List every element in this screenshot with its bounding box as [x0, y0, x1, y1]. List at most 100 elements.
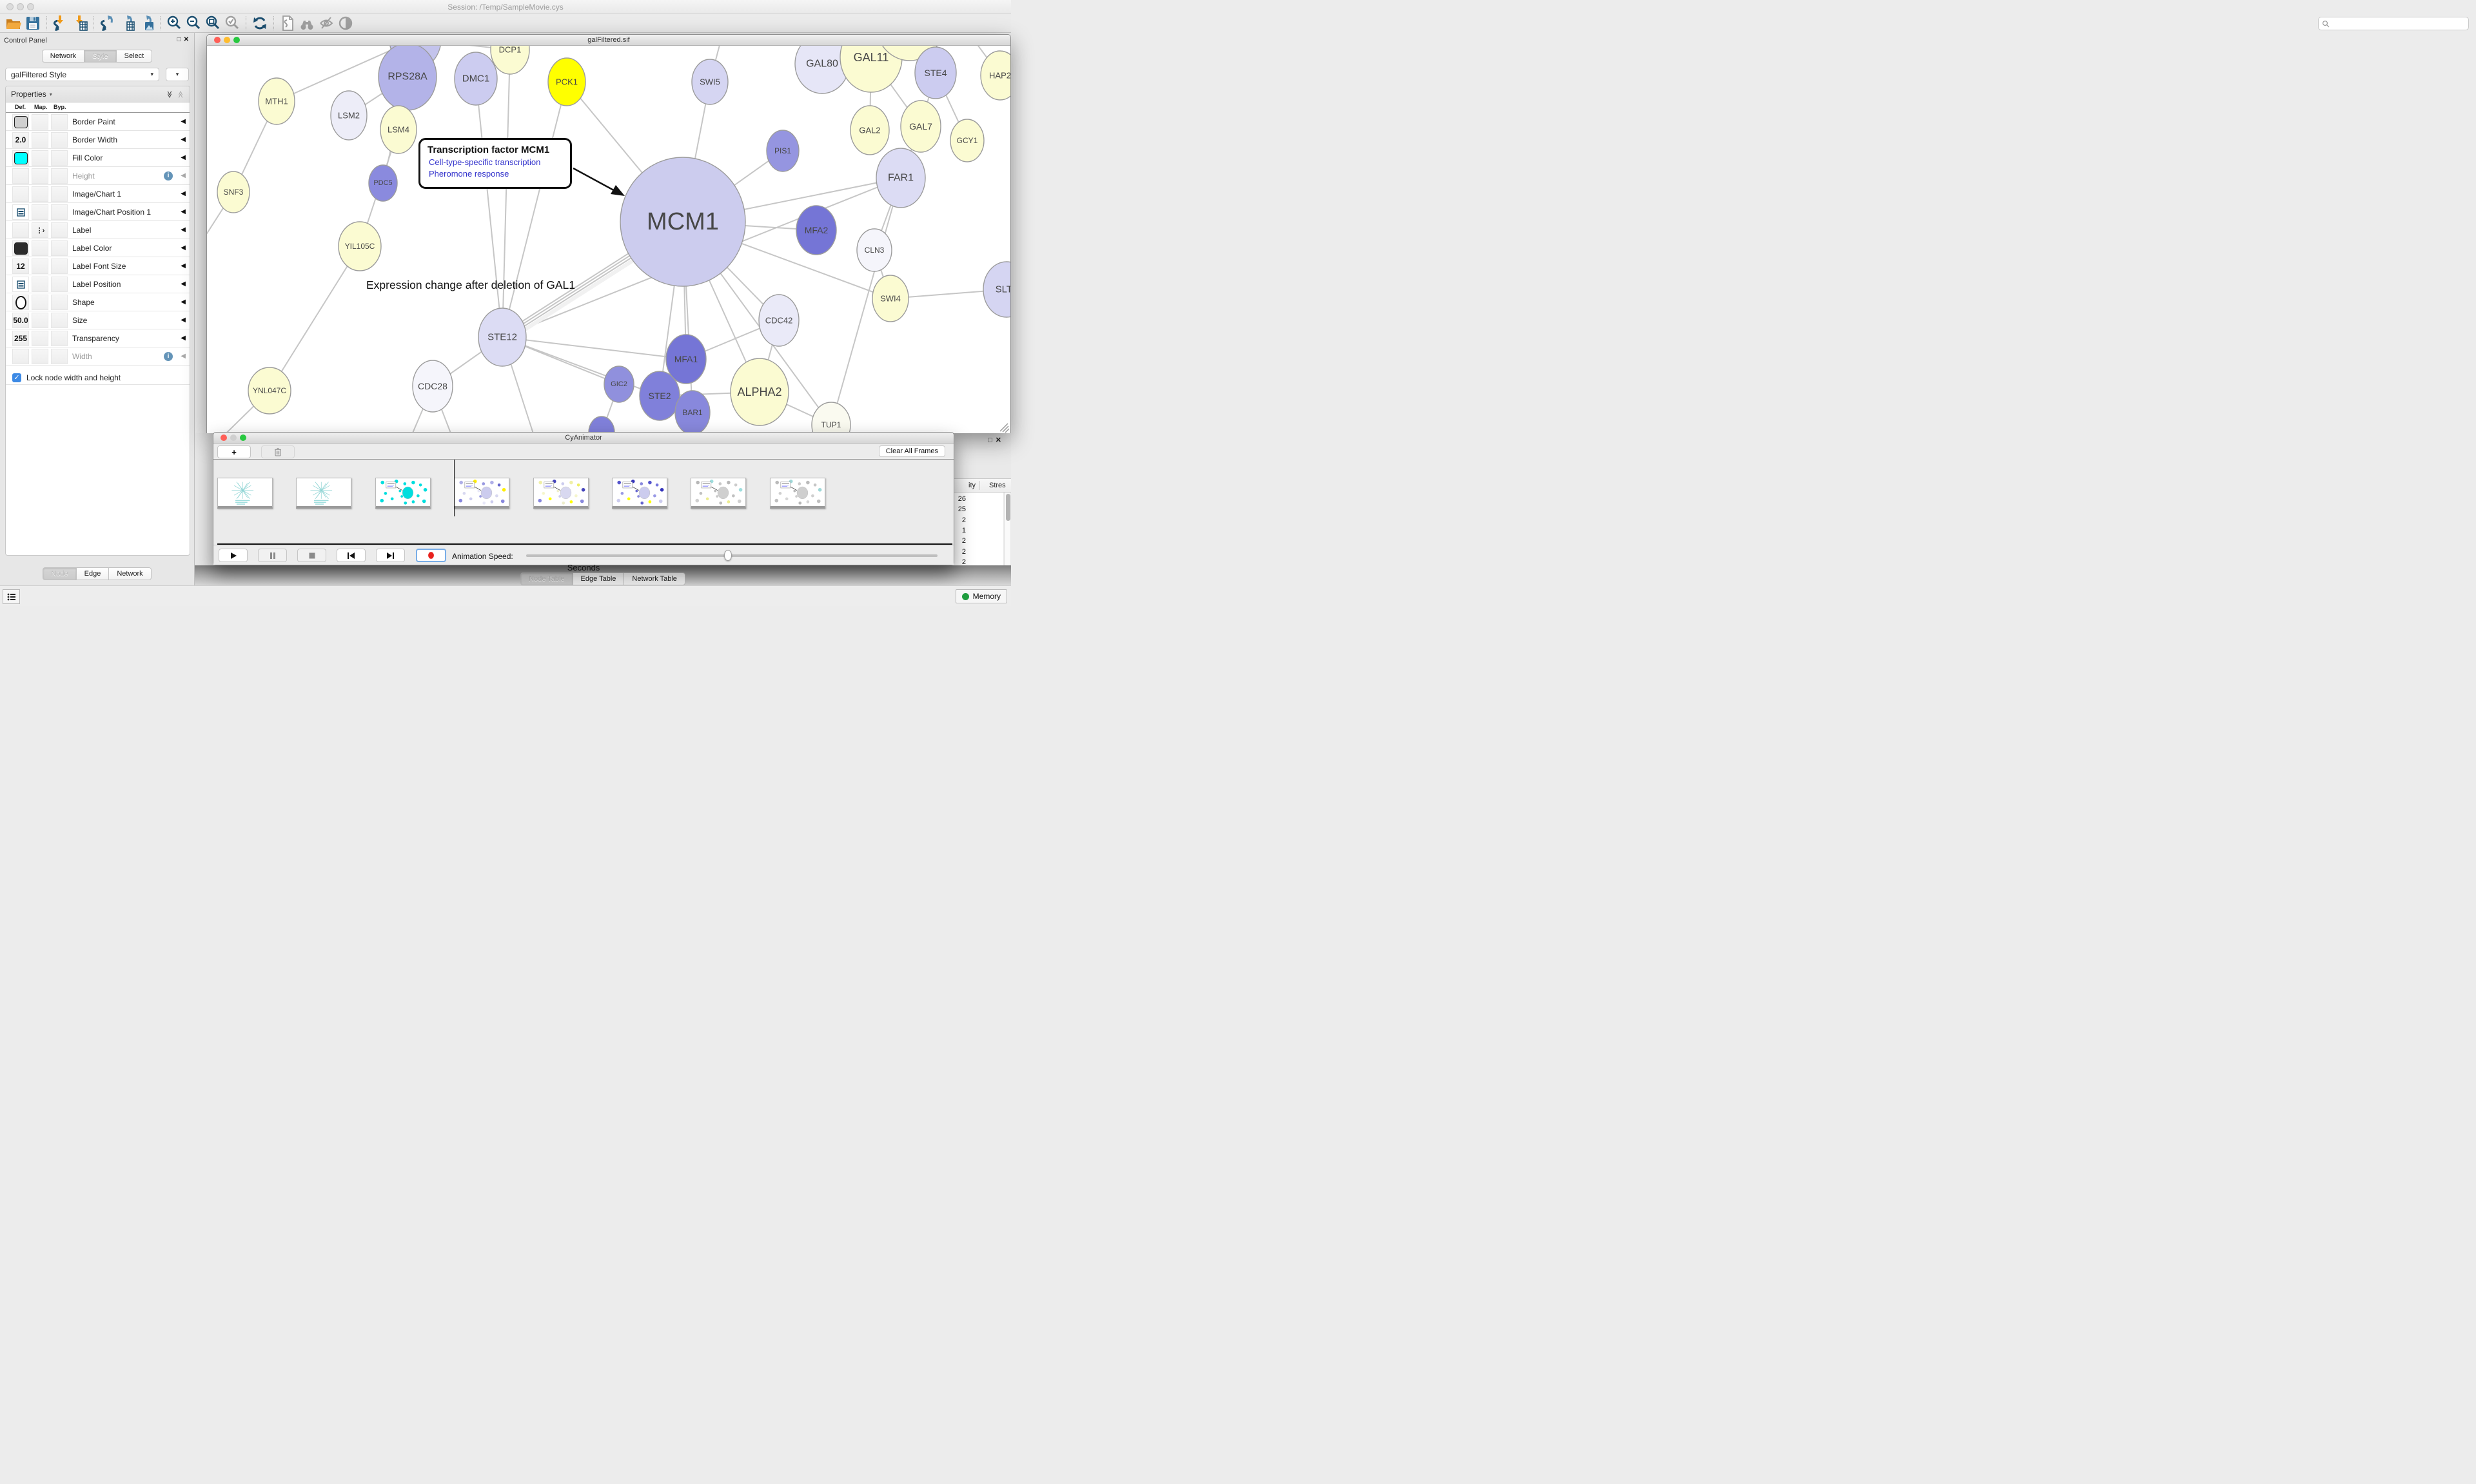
property-row-fill-color[interactable]: Fill Color◀ [6, 149, 190, 167]
table-cell-value[interactable]: 2 [962, 537, 966, 545]
zoom-selected-icon[interactable] [222, 15, 242, 32]
cyanimator-titlebar[interactable]: CyAnimator [213, 433, 954, 444]
expand-row-icon[interactable]: ◀ [181, 280, 186, 288]
tab-edge[interactable]: Edge [77, 567, 110, 580]
expand-all-icon[interactable]: ≫ [165, 90, 173, 98]
byp-cell[interactable] [51, 186, 68, 202]
table-cell-value[interactable]: 2 [962, 516, 966, 524]
tab-node[interactable]: Node [43, 567, 76, 580]
property-row-label[interactable]: ⋮›Label◀ [6, 221, 190, 239]
map-cell[interactable] [32, 240, 48, 256]
color-swatch[interactable] [14, 116, 28, 128]
scrollbar-thumb[interactable] [1006, 494, 1010, 521]
map-cell[interactable] [32, 150, 48, 166]
property-row-height[interactable]: Heighti◀ [6, 167, 190, 185]
network-node-purpB[interactable] [589, 416, 614, 433]
maximize-window-icon[interactable] [240, 434, 246, 441]
def-cell[interactable] [12, 168, 29, 184]
column-header[interactable]: Stres [989, 482, 1006, 489]
expand-row-icon[interactable]: ◀ [181, 190, 186, 197]
frame-thumbnail-0[interactable] [217, 478, 273, 509]
property-row-label-position[interactable]: Label Position◀ [6, 275, 190, 293]
record-button[interactable] [416, 549, 446, 562]
tab-style[interactable]: Style [84, 50, 116, 63]
tab-network-table[interactable]: Network Table [624, 572, 685, 585]
property-row-shape[interactable]: Shape◀ [6, 293, 190, 311]
minimize-window-icon[interactable] [224, 37, 230, 43]
network-canvas[interactable]: DCP1DMC1RPS28APCK1MTH1LSM2LSM4SWI5GAL80G… [207, 46, 1010, 433]
refresh-icon[interactable] [250, 15, 270, 32]
import-table-icon[interactable] [70, 15, 90, 32]
network-annotation[interactable]: Transcription factor MCM1 Cell-type-spec… [418, 138, 572, 189]
def-cell[interactable] [12, 186, 29, 202]
clear-all-frames-button[interactable]: Clear All Frames [879, 445, 945, 457]
table-cell-value[interactable]: 2 [962, 558, 966, 566]
minimize-window-icon[interactable] [17, 3, 24, 10]
def-cell[interactable]: 50.0 [12, 313, 29, 328]
frame-thumbnail-1[interactable] [296, 478, 351, 509]
map-cell[interactable] [32, 259, 48, 274]
close-window-icon[interactable] [214, 37, 221, 43]
resize-grip-icon[interactable] [1000, 424, 1009, 433]
animation-speed-slider[interactable] [526, 554, 938, 557]
def-cell[interactable]: 12 [12, 259, 29, 274]
expand-row-icon[interactable]: ◀ [181, 244, 186, 251]
property-row-image-chart-position-1[interactable]: Image/Chart Position 1◀ [6, 203, 190, 221]
tab-network[interactable]: Network [109, 567, 151, 580]
annotation-link[interactable]: Cell-type-specific transcription [429, 157, 570, 167]
maximize-window-icon[interactable] [233, 37, 240, 43]
float-panel-icon[interactable]: □ [988, 436, 996, 444]
network-edge[interactable] [502, 50, 510, 337]
go-to-start-button[interactable] [337, 549, 366, 562]
delete-frame-button[interactable] [261, 445, 295, 458]
save-session-icon[interactable] [23, 15, 43, 32]
ellipse-shape-icon[interactable] [15, 296, 26, 309]
byp-cell[interactable] [51, 331, 68, 346]
go-to-end-button[interactable] [376, 549, 405, 562]
def-cell[interactable]: 255 [12, 331, 29, 346]
properties-header[interactable]: Properties [11, 90, 46, 99]
table-cell-value[interactable]: 25 [958, 505, 966, 513]
map-cell[interactable] [32, 313, 48, 328]
style-selector[interactable]: galFiltered Style ▾ [5, 68, 159, 81]
info-icon[interactable]: i [164, 171, 173, 181]
property-row-width[interactable]: Widthi◀ [6, 347, 190, 366]
frame-thumbnail-7[interactable] [770, 478, 825, 509]
timeline-playhead[interactable] [454, 460, 455, 516]
color-swatch[interactable] [14, 242, 28, 255]
byp-cell[interactable] [51, 168, 68, 184]
find-binoculars-icon[interactable] [297, 15, 317, 32]
stop-button[interactable] [297, 549, 326, 562]
export-image-icon[interactable] [137, 15, 156, 32]
byp-cell[interactable] [51, 204, 68, 220]
byp-cell[interactable] [51, 222, 68, 238]
property-row-transparency[interactable]: 255Transparency◀ [6, 329, 190, 347]
float-panel-icon[interactable]: □ [177, 36, 184, 43]
show-panels-button[interactable] [3, 589, 20, 604]
info-icon[interactable]: i [164, 352, 173, 361]
table-cell-value[interactable]: 2 [962, 548, 966, 556]
def-cell[interactable] [12, 349, 29, 364]
add-frame-button[interactable]: + [217, 445, 251, 458]
map-cell[interactable] [32, 349, 48, 364]
property-row-size[interactable]: 50.0Size◀ [6, 311, 190, 329]
export-table-icon[interactable] [117, 15, 137, 32]
byp-cell[interactable] [51, 313, 68, 328]
expand-row-icon[interactable]: ◀ [181, 226, 186, 233]
property-row-label-color[interactable]: Label Color◀ [6, 239, 190, 257]
network-edge[interactable] [270, 246, 360, 391]
map-cell[interactable] [32, 168, 48, 184]
def-cell[interactable] [12, 277, 29, 292]
hide-eye-icon[interactable] [317, 15, 336, 32]
search-input[interactable] [2330, 20, 2465, 28]
expand-row-icon[interactable]: ◀ [181, 172, 186, 179]
expand-row-icon[interactable]: ◀ [181, 353, 186, 360]
pause-button[interactable] [258, 549, 287, 562]
tab-select[interactable]: Select [117, 50, 153, 63]
property-row-image-chart-1[interactable]: Image/Chart 1◀ [6, 185, 190, 203]
close-panel-icon[interactable]: ✕ [996, 436, 1005, 444]
tab-node-table[interactable]: Node Table [520, 572, 573, 585]
tab-edge-table[interactable]: Edge Table [573, 572, 625, 585]
open-session-icon[interactable] [4, 15, 23, 32]
property-row-label-font-size[interactable]: 12Label Font Size◀ [6, 257, 190, 275]
